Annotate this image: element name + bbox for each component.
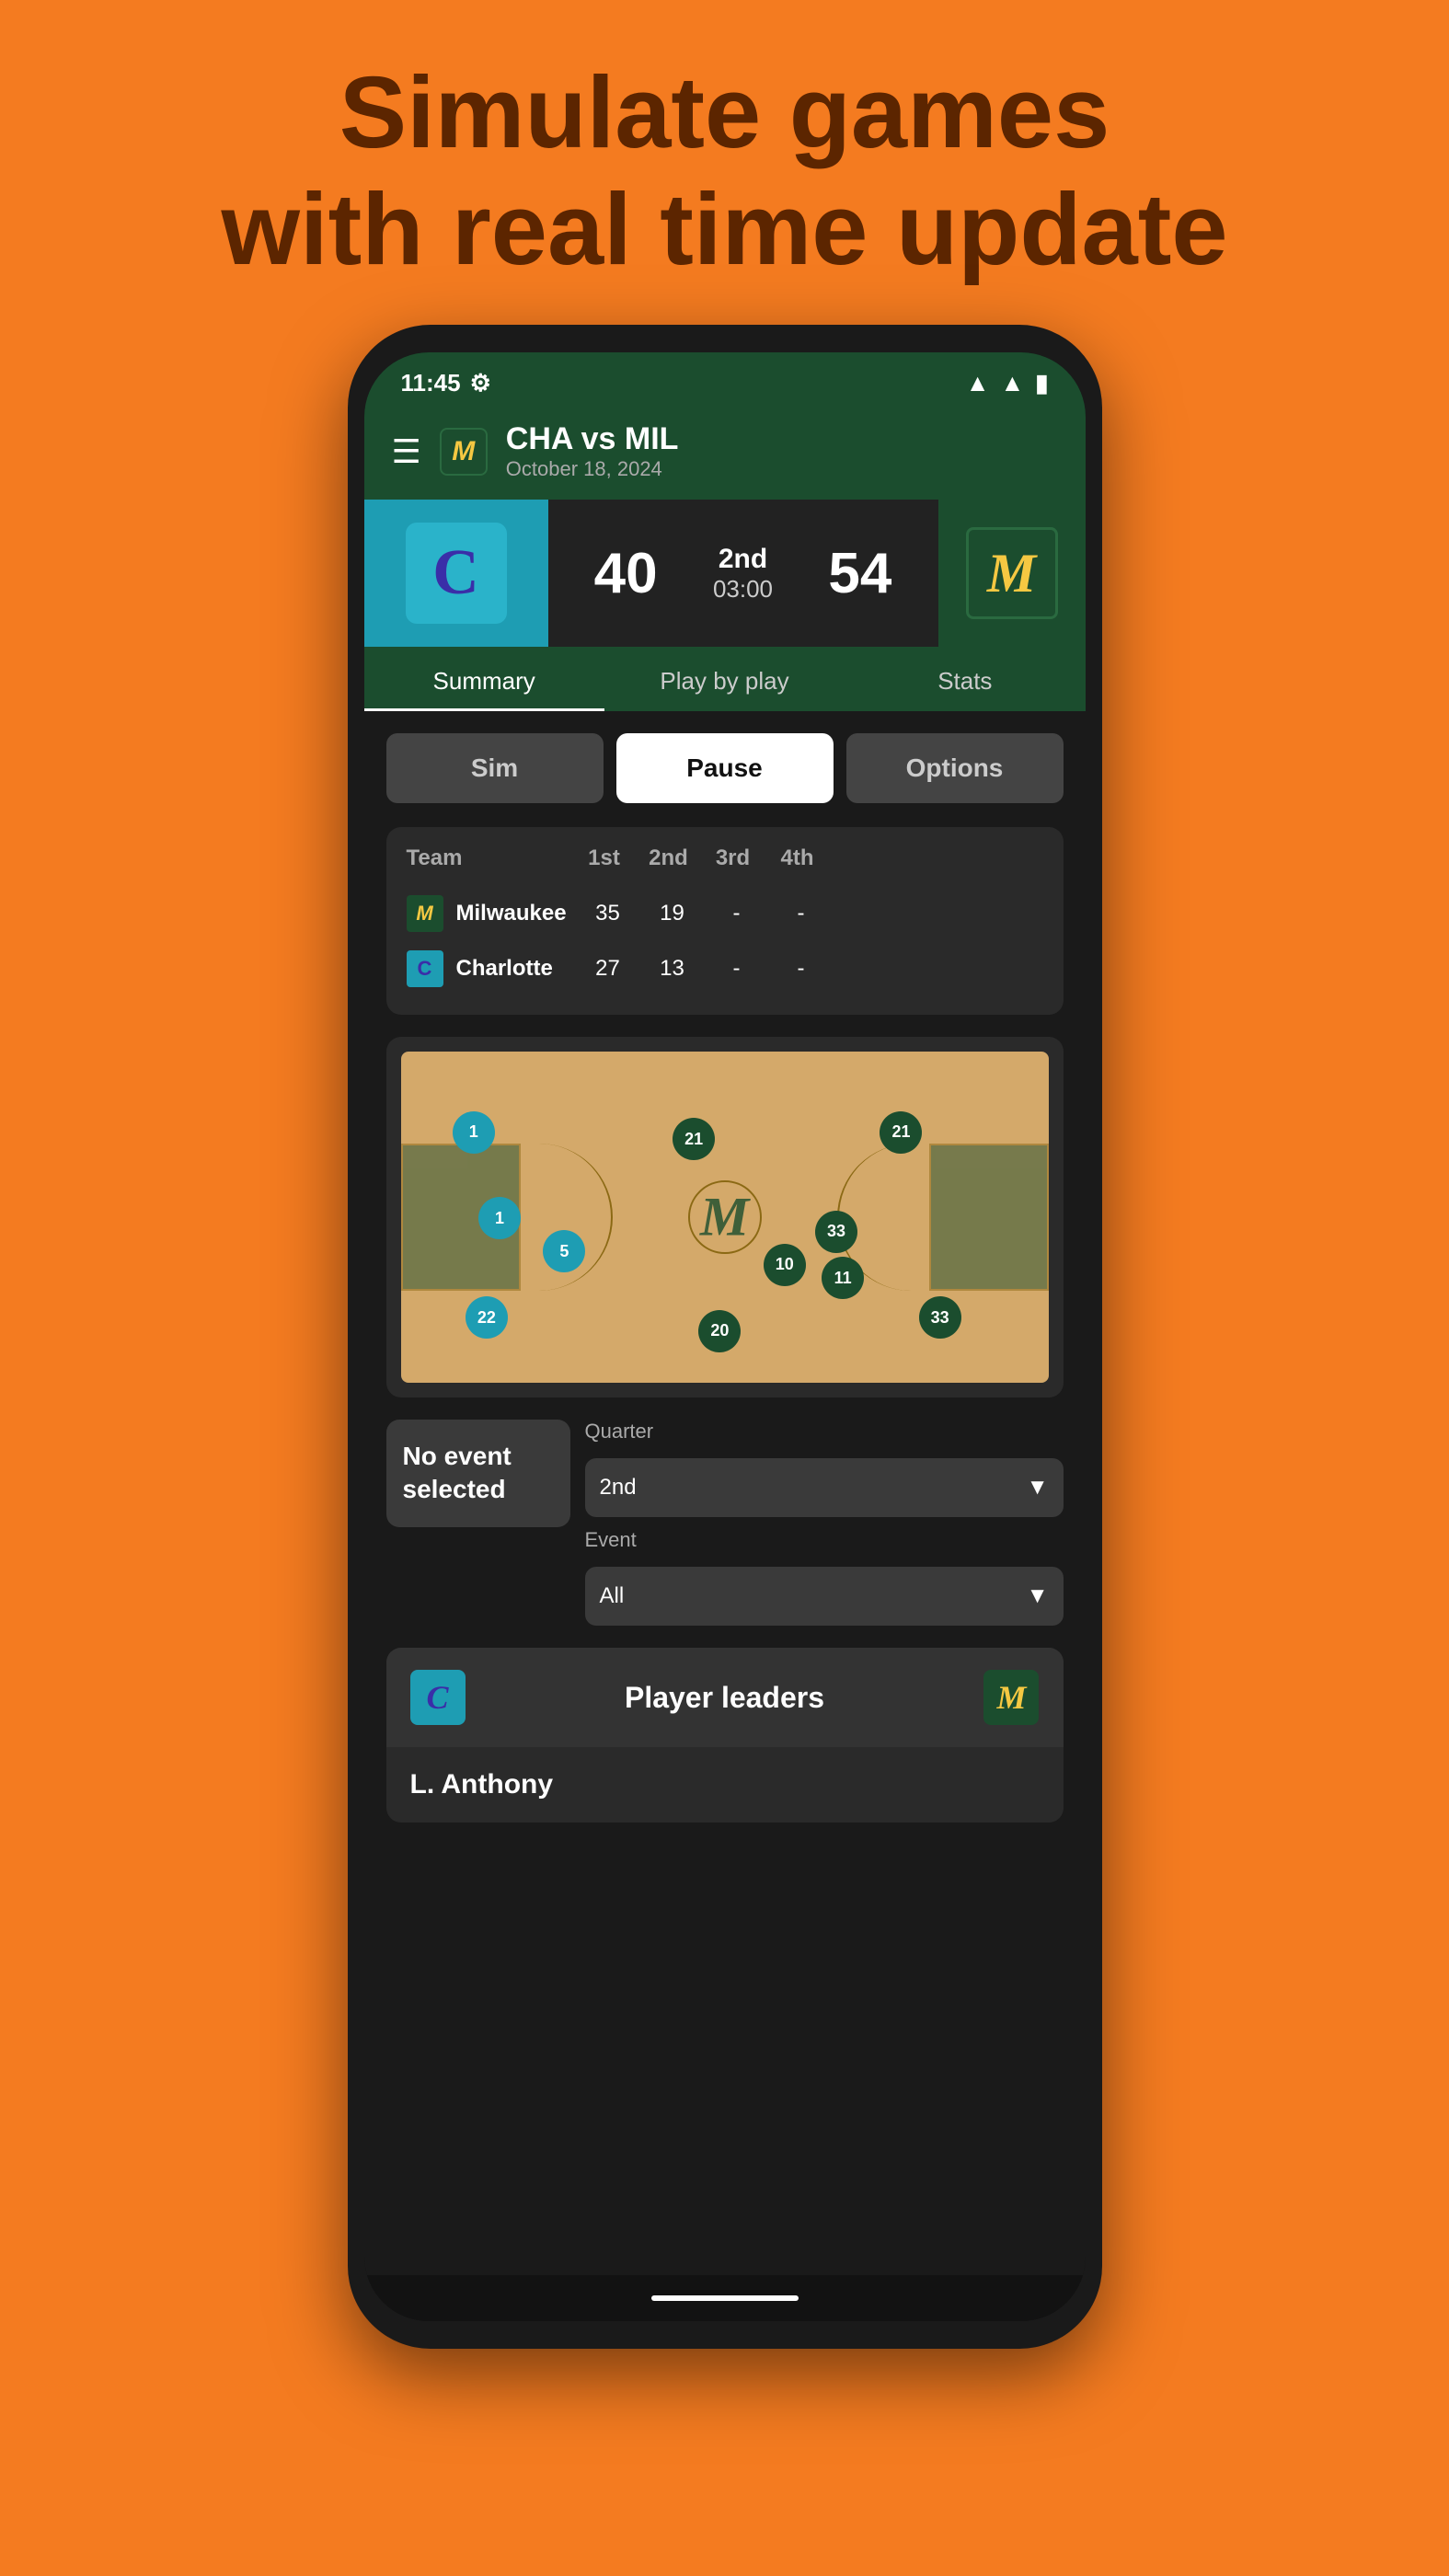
cha-q3: - <box>705 956 769 982</box>
filters-col: Quarter 2nd ▼ Event All ▼ <box>585 1420 1064 1626</box>
player-token-3: 22 <box>466 1296 508 1339</box>
cha-logo-small: C <box>407 950 443 987</box>
event-filter-row: All ▼ <box>585 1567 1064 1626</box>
player-token-4: 21 <box>673 1118 715 1160</box>
chevron-down-icon: ▼ <box>1027 1475 1049 1501</box>
player-token-6: 20 <box>698 1310 741 1352</box>
col-q4-header: 4th <box>765 845 830 871</box>
event-filter-label: Event <box>585 1528 1064 1552</box>
left-team-banner: C <box>364 500 548 647</box>
event-select[interactable]: All ▼ <box>585 1567 1064 1626</box>
table-row: C Charlotte 27 13 - - <box>407 941 1043 996</box>
cha-q4: - <box>769 956 834 982</box>
right-score: 54 <box>828 541 891 606</box>
left-score: 40 <box>594 541 658 606</box>
home-indicator <box>651 2295 799 2301</box>
game-clock: 03:00 <box>713 575 773 604</box>
status-bar-left: 11:45 ⚙ <box>401 369 491 397</box>
header-matchup: CHA vs MIL <box>506 421 1058 457</box>
right-team-banner: M <box>938 500 1086 647</box>
home-bar <box>364 2275 1086 2321</box>
player-token-0: 1 <box>453 1111 495 1154</box>
battery-icon: ▮ <box>1035 369 1048 397</box>
header-team-logo: M <box>440 428 488 476</box>
phone-shell: 11:45 ⚙ ▲ ▲ ▮ ☰ M CHA vs MIL October 18,… <box>348 325 1102 2349</box>
signal-icon: ▲ <box>1000 369 1024 397</box>
header-date: October 18, 2024 <box>506 457 1058 481</box>
col-q2-header: 2nd <box>637 845 701 871</box>
mil-logo-small: M <box>407 895 443 932</box>
options-button[interactable]: Options <box>846 733 1064 803</box>
player-token-5: 10 <box>764 1244 806 1286</box>
player-leaders-header: C Player leaders M <box>386 1648 1064 1747</box>
phone-screen: 11:45 ⚙ ▲ ▲ ▮ ☰ M CHA vs MIL October 18,… <box>364 352 1086 2321</box>
mil-q3: - <box>705 901 769 926</box>
quarter-filter-label: Quarter <box>585 1420 1064 1443</box>
mil-team-name: Milwaukee <box>456 901 576 926</box>
tab-play-by-play[interactable]: Play by play <box>604 647 845 711</box>
chevron-down-icon-2: ▼ <box>1027 1583 1049 1609</box>
cha-team-name: Charlotte <box>456 956 576 982</box>
player-token-8: 11 <box>822 1257 864 1299</box>
cha-q2: 13 <box>640 956 705 982</box>
menu-button[interactable]: ☰ <box>392 432 421 471</box>
score-table: Team 1st 2nd 3rd 4th M Milwaukee 35 19 -… <box>386 827 1064 1015</box>
event-section: No event selected Quarter 2nd ▼ Event Al… <box>386 1420 1064 1626</box>
tab-bar: Summary Play by play Stats <box>364 647 1086 711</box>
tab-stats[interactable]: Stats <box>845 647 1085 711</box>
quarter-label: 2nd <box>713 544 773 575</box>
col-q1-header: 1st <box>572 845 637 871</box>
leaders-mil-logo: M <box>983 1670 1039 1725</box>
no-event-box: No event selected <box>386 1420 570 1527</box>
court-center-logo: M <box>700 1186 749 1249</box>
app-header: ☰ M CHA vs MIL October 18, 2024 <box>364 407 1086 500</box>
mil-q4: - <box>769 901 834 926</box>
table-row: M Milwaukee 35 19 - - <box>407 886 1043 941</box>
status-time: 11:45 <box>401 369 461 397</box>
player-token-7: 33 <box>815 1211 857 1253</box>
settings-icon: ⚙ <box>470 369 491 397</box>
basketball-court: M 1152221102033112133 <box>401 1052 1049 1383</box>
cha-q1: 27 <box>576 956 640 982</box>
status-bar: 11:45 ⚙ ▲ ▲ ▮ <box>364 352 1086 407</box>
player-token-9: 21 <box>880 1111 922 1154</box>
sim-controls: Sim Pause Options <box>386 733 1064 803</box>
quarter-select[interactable]: 2nd ▼ <box>585 1458 1064 1517</box>
score-section: C 40 2nd 03:00 54 M <box>364 500 1086 647</box>
court-container: M 1152221102033112133 <box>386 1037 1064 1397</box>
leaders-title: Player leaders <box>625 1681 824 1715</box>
tab-summary[interactable]: Summary <box>364 647 604 711</box>
mil-q1: 35 <box>576 901 640 926</box>
header-text: CHA vs MIL October 18, 2024 <box>506 421 1058 481</box>
score-center: 40 2nd 03:00 54 <box>548 500 938 647</box>
filter-row: 2nd ▼ <box>585 1458 1064 1517</box>
mil-q2: 19 <box>640 901 705 926</box>
sim-button[interactable]: Sim <box>386 733 604 803</box>
main-content: Sim Pause Options Team 1st 2nd 3rd 4th M… <box>364 711 1086 2275</box>
pause-button[interactable]: Pause <box>616 733 834 803</box>
status-bar-right: ▲ ▲ ▮ <box>966 369 1049 397</box>
col-team-header: Team <box>407 845 572 871</box>
col-q3-header: 3rd <box>701 845 765 871</box>
player-token-10: 33 <box>919 1296 961 1339</box>
leaders-cha-logo: C <box>410 1670 466 1725</box>
quarter-info: 2nd 03:00 <box>713 544 773 604</box>
player-leaders: C Player leaders M L. Anthony <box>386 1648 1064 1823</box>
player-name: L. Anthony <box>386 1747 1064 1823</box>
hero-title: Simulate games with real time update <box>221 55 1227 288</box>
hero-line1: Simulate games with real time update <box>221 55 1227 288</box>
right-team-logo: M <box>966 527 1058 619</box>
wifi-icon: ▲ <box>966 369 990 397</box>
score-table-header: Team 1st 2nd 3rd 4th <box>407 845 1043 871</box>
left-team-logo: C <box>406 523 507 624</box>
